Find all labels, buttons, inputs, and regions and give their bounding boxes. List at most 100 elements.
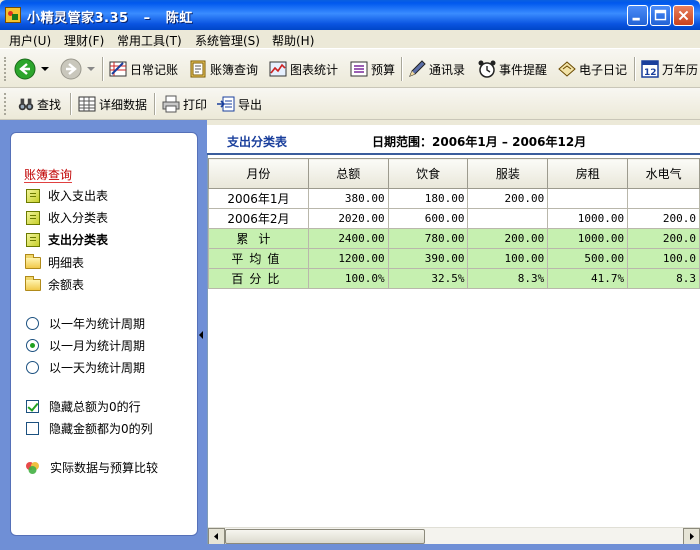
table-cell: 390.00 [387, 248, 469, 269]
back-dropdown-chevron-icon [41, 67, 49, 71]
close-button[interactable] [673, 5, 694, 26]
toolbar-grip [4, 93, 7, 115]
hide-zero-columns-option[interactable]: 隐藏金额都为0的列 [26, 420, 153, 437]
maximize-button[interactable] [650, 5, 671, 26]
toolbar-separator [634, 57, 636, 81]
diary-button[interactable]: 电子日记 [557, 57, 627, 81]
contacts-label: 通讯录 [429, 62, 466, 77]
table-cell: 2006年1月 [208, 188, 309, 209]
column-header-month[interactable]: 月份 [208, 158, 309, 189]
table-row-percentage[interactable]: 百分比 100.0% 32.5% 8.3% 41.7% 8.3 [208, 268, 700, 289]
table-cell: 1000.00 [547, 208, 629, 229]
table-cell: 2006年2月 [208, 208, 309, 229]
minimize-button[interactable] [627, 5, 648, 26]
checkbox[interactable] [26, 400, 39, 413]
column-header-food[interactable]: 饮食 [387, 158, 469, 189]
event-reminder-label: 事件提醒 [499, 62, 548, 77]
option-label: 隐藏金额都为0的列 [49, 422, 153, 436]
account-book-button[interactable]: 账簿查询 [188, 57, 258, 81]
radio-button[interactable] [26, 339, 39, 352]
sidebar-item-expense-category[interactable]: 支出分类表 [26, 231, 108, 248]
sidebar-heading[interactable]: 账簿查询 [24, 166, 72, 183]
chart-stats-button[interactable]: 图表统计 [268, 57, 338, 81]
radio-button[interactable] [26, 317, 39, 330]
table-cell: 8.3% [467, 268, 549, 289]
column-header-rent[interactable]: 房租 [547, 158, 629, 189]
table-cell: 累计 [208, 228, 309, 249]
expense-category-table[interactable]: 月份 总额 饮食 服装 房租 水电气 2006年1月 380.00 180.00… [208, 158, 700, 289]
find-label: 查找 [37, 97, 62, 112]
period-day-radio[interactable]: 以一天为统计周期 [26, 359, 145, 376]
folder-icon [25, 253, 41, 269]
menu-user[interactable]: 用户(U) [9, 32, 51, 49]
table-cell: 1000.00 [547, 228, 629, 249]
sidebar-item-label: 收入支出表 [48, 189, 109, 203]
menu-tools[interactable]: 常用工具(T) [117, 32, 182, 49]
toolbar-separator [401, 57, 403, 81]
event-reminder-button[interactable]: 事件提醒 [477, 57, 547, 81]
print-label: 打印 [183, 97, 208, 112]
period-label: 以一天为统计周期 [49, 361, 146, 375]
report-title: 支出分类表 [227, 135, 288, 149]
table-cell [467, 208, 549, 229]
maximize-icon [654, 9, 667, 21]
bottom-frame [207, 544, 700, 550]
table-cell: 8.3 [627, 268, 700, 289]
table-cell: 200.00 [467, 228, 549, 249]
forward-button[interactable] [60, 57, 96, 81]
find-button[interactable]: 查找 [17, 92, 61, 116]
window-title: 小精灵管家3.35 – 陈虹 [27, 11, 193, 26]
ledger-icon [109, 61, 127, 77]
radio-button[interactable] [26, 361, 39, 374]
chart-stats-label: 图表统计 [290, 62, 339, 77]
sidebar-heading-underline [24, 182, 72, 183]
table-header-row: 月份 总额 饮食 服装 房租 水电气 [208, 158, 700, 189]
detail-data-button[interactable]: 详细数据 [77, 92, 147, 116]
sidebar-item-income-expense[interactable]: 收入支出表 [26, 187, 108, 204]
sidebar-item-income-category[interactable]: 收入分类表 [26, 209, 108, 226]
period-year-radio[interactable]: 以一年为统计周期 [26, 315, 145, 332]
export-button[interactable]: 导出 [216, 92, 262, 116]
table-cell: 41.7% [547, 268, 629, 289]
table-row[interactable]: 2006年2月 2020.00 600.00 1000.00 200.0 [208, 208, 700, 229]
chart-icon [269, 61, 287, 77]
checkbox[interactable] [26, 422, 39, 435]
collapse-sidebar-icon[interactable] [197, 330, 205, 340]
scroll-right-button[interactable] [683, 528, 700, 545]
menu-help[interactable]: 帮助(H) [272, 32, 314, 49]
table-row-average[interactable]: 平均值 1200.00 390.00 100.00 500.00 100.0 [208, 248, 700, 269]
hide-zero-rows-option[interactable]: 隐藏总额为0的行 [26, 398, 141, 415]
printer-icon [162, 95, 180, 113]
menu-finance[interactable]: 理财(F) [64, 32, 104, 49]
sidebar-item-balance[interactable]: 余额表 [25, 275, 84, 293]
budget-button[interactable]: 预算 [349, 57, 395, 81]
sidebar-item-detail[interactable]: 明细表 [25, 253, 84, 271]
table-cell: 600.00 [387, 208, 469, 229]
table-cell: 百分比 [208, 268, 309, 289]
period-month-radio[interactable]: 以一月为统计周期 [26, 337, 145, 354]
table-row-cumulative[interactable]: 累计 2400.00 780.00 200.00 1000.00 200.0 [208, 228, 700, 249]
scroll-thumb[interactable] [225, 529, 425, 544]
back-button[interactable] [14, 57, 50, 81]
table-row[interactable]: 2006年1月 380.00 180.00 200.00 [208, 188, 700, 209]
sidebar-item-label: 支出分类表 [48, 233, 109, 247]
column-header-clothing[interactable]: 服装 [467, 158, 549, 189]
column-header-utilities[interactable]: 水电气 [627, 158, 700, 189]
toolbar-grip [4, 57, 7, 81]
calendar-button[interactable]: 12 万年历 [640, 57, 698, 81]
scroll-left-button[interactable] [208, 528, 225, 545]
menu-system[interactable]: 系统管理(S) [195, 32, 260, 49]
contacts-button[interactable]: 通讯录 [407, 57, 465, 81]
budget-compare-link[interactable]: 实际数据与预算比较 [25, 459, 158, 476]
report-toolbar: 查找 详细数据 打印 导出 [0, 88, 700, 120]
calendar-icon: 12 [641, 60, 659, 78]
account-book-label: 账簿查询 [210, 62, 259, 77]
print-button[interactable]: 打印 [161, 92, 207, 116]
main-toolbar: 日常记账 账簿查询 图表统计 预算 通讯录 事件提醒 电子日记 12 万年历 [0, 48, 700, 88]
diary-icon [558, 61, 576, 77]
app-icon [5, 7, 21, 23]
daily-record-button[interactable]: 日常记账 [108, 57, 178, 81]
horizontal-scrollbar[interactable] [208, 527, 700, 545]
column-header-total[interactable]: 总额 [307, 158, 389, 189]
table-cell: 500.00 [547, 248, 629, 269]
